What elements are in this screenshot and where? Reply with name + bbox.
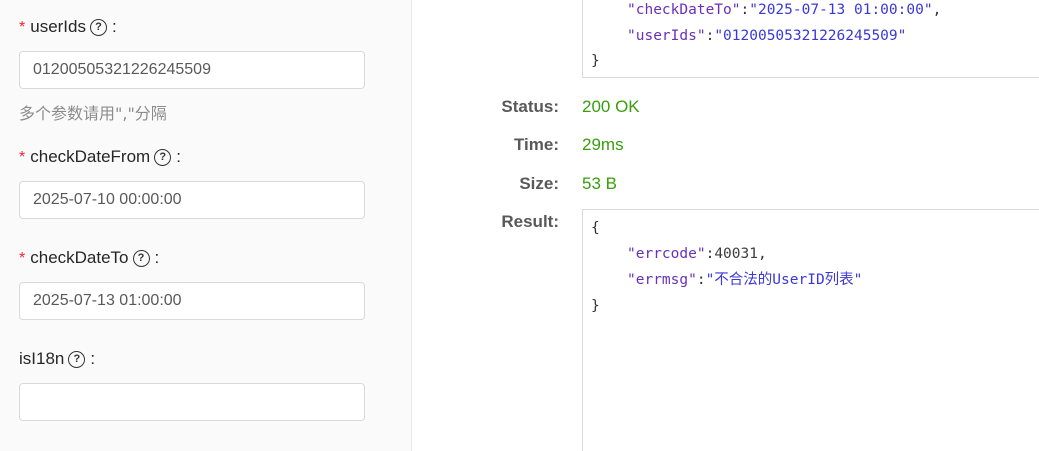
label-colon: : xyxy=(154,248,160,267)
label-colon: : xyxy=(90,349,96,368)
required-mark: * xyxy=(19,149,26,166)
question-circle-icon[interactable]: ? xyxy=(154,148,172,166)
question-circle-icon[interactable]: ? xyxy=(68,350,86,368)
field-label-isi18n: isI18n ? : xyxy=(19,349,95,369)
required-mark: * xyxy=(19,250,26,267)
time-value: 29ms xyxy=(582,135,624,154)
api-debug-page: * userIds ? : 多个参数请用","分隔 * checkDateFro… xyxy=(0,0,1039,451)
result-open-brace: { xyxy=(591,220,600,236)
field-label-text: checkDateTo xyxy=(30,248,129,267)
result-viewer[interactable]: { "errcode":40031, "errmsg":"不合法的UserID列… xyxy=(582,209,1039,451)
size-label: Size: xyxy=(519,174,559,193)
result-line-errmsg: "errmsg":"不合法的UserID列表" xyxy=(627,272,863,288)
required-mark: * xyxy=(19,19,26,36)
userids-hint: 多个参数请用","分隔 xyxy=(19,104,167,123)
field-label-text: isI18n xyxy=(19,349,65,368)
field-label-text: userIds xyxy=(30,17,86,36)
result-close-brace: } xyxy=(591,298,600,314)
field-label-userids: * userIds ? : xyxy=(19,17,117,37)
question-circle-icon[interactable]: ? xyxy=(89,18,107,36)
result-label: Result: xyxy=(501,212,559,231)
time-label: Time: xyxy=(513,135,559,154)
status-value: 200 OK xyxy=(582,97,640,116)
isi18n-input[interactable] xyxy=(19,383,365,421)
field-label-text: checkDateFrom xyxy=(30,147,151,166)
parameter-form-panel: * userIds ? : 多个参数请用","分隔 * checkDateFro… xyxy=(0,0,412,451)
request-line-userids: "userIds":"01200505321226245509" xyxy=(627,28,907,44)
request-line-checkdateto: "checkDateTo":"2025-07-13 01:00:00", xyxy=(627,2,942,18)
field-label-checkdateto: * checkDateTo ? : xyxy=(19,248,159,268)
label-colon: : xyxy=(176,147,181,166)
status-label: Status: xyxy=(501,97,559,116)
label-colon: : xyxy=(111,17,117,36)
checkdateto-input[interactable] xyxy=(19,282,365,320)
question-circle-icon[interactable]: ? xyxy=(132,249,150,267)
field-label-checkdatefrom: * checkDateFrom ? : xyxy=(19,147,181,167)
result-line-errcode: "errcode":40031, xyxy=(627,246,767,262)
size-value: 53 B xyxy=(582,174,617,193)
request-close-brace: } xyxy=(591,53,600,69)
userids-input[interactable] xyxy=(19,51,365,89)
checkdatefrom-input[interactable] xyxy=(19,181,365,219)
request-body-viewer[interactable]: "checkDateTo":"2025-07-13 01:00:00", "us… xyxy=(582,0,1039,78)
